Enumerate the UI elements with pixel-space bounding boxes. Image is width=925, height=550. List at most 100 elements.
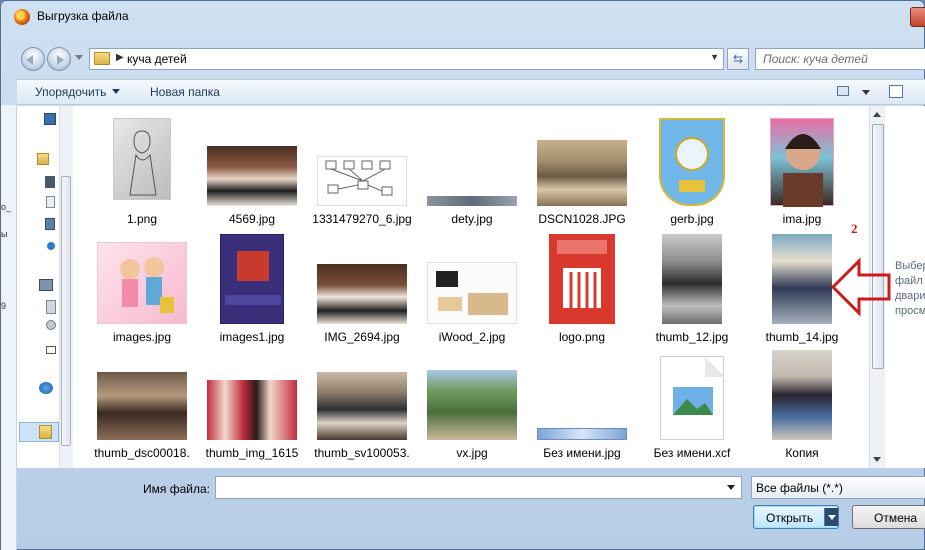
image-thumbnail [317,156,407,206]
address-bar[interactable]: ▶ куча детей ▼ [89,48,724,70]
scroll-up-icon[interactable] [873,112,881,117]
image-thumbnail [317,264,407,324]
file-type-filter[interactable]: Все файлы (*.*) [751,476,925,499]
image-thumbnail [220,234,284,324]
image-thumbnail [317,372,407,440]
back-button[interactable] [21,47,45,71]
image-thumbnail [772,350,832,440]
filename-dropdown-icon[interactable] [727,485,735,494]
search-box[interactable] [755,48,925,70]
drive-icon[interactable] [46,300,56,314]
title-bar: Выгрузка файла [1,1,925,31]
file-tile[interactable]: DSCN1028.JPG [527,112,637,230]
folder-icon [94,52,110,65]
documents-icon[interactable] [46,196,55,208]
preview-pane-toggle-icon[interactable] [889,85,903,98]
image-thumbnail [549,234,615,324]
open-button[interactable]: Открыть [753,505,839,529]
file-tile[interactable]: thumb_12.jpg [637,228,747,346]
file-tile[interactable]: vx.jpg [417,350,527,468]
navigation-bar: ▶ куча детей ▼ ⇆ [1,43,925,75]
dvd-drive-icon[interactable] [46,320,56,330]
file-tile[interactable]: gerb.jpg [637,112,747,230]
filename-combobox[interactable] [215,476,742,499]
file-list: 1.png 4569.jpg 1331479270_6.jpg dety.jpg… [75,106,875,468]
close-button[interactable] [910,7,925,27]
scroll-down-icon[interactable] [873,457,881,462]
file-tile[interactable]: logo.png [527,228,637,346]
file-name: thumb_dsc00018. [94,446,190,460]
preview-line: дварит [895,290,925,302]
preview-line: просм [895,305,925,317]
cancel-button[interactable]: Отмена [852,505,925,529]
file-name: ima.jpg [782,212,822,226]
music-icon[interactable] [47,242,55,250]
background-text: ы [1,229,8,239]
background-text: о_ [1,202,12,212]
file-name: 1331479270_6.jpg [312,212,412,226]
file-tile[interactable]: thumb_dsc00018. [87,350,197,468]
search-input[interactable] [763,52,913,66]
image-thumbnail [537,140,627,206]
forward-button[interactable] [47,47,71,71]
file-tile[interactable]: thumb_sv100053. [307,350,417,468]
breadcrumb-current-folder[interactable]: куча детей [127,52,187,66]
image-thumbnail [207,380,297,440]
videos-icon[interactable] [45,176,55,188]
file-tile[interactable]: dety.jpg [417,112,527,230]
filename-input[interactable] [219,477,719,497]
file-tile[interactable]: thumb_img_1615 [197,350,307,468]
pictures-icon[interactable] [45,218,55,230]
file-tile[interactable]: images1.jpg [197,228,307,346]
refresh-button[interactable]: ⇆ [727,48,749,70]
preview-line: файл [895,275,923,287]
file-tile[interactable]: Копия [747,350,857,468]
file-tile[interactable]: 4569.jpg [197,112,307,230]
file-tile[interactable]: ima.jpg [747,112,857,230]
file-name: dety.jpg [451,212,493,226]
file-tile[interactable]: Без имени.xcf [637,350,747,468]
file-tile[interactable]: 1331479270_6.jpg [307,112,417,230]
view-options-icon[interactable] [837,86,849,96]
file-tile[interactable]: iWood_2.jpg [417,228,527,346]
file-tile[interactable]: 1.png [87,112,197,230]
view-dropdown-icon[interactable] [862,90,870,99]
background-window-edge: о_ ы 9 [1,105,17,550]
current-folder-icon[interactable] [39,425,52,439]
file-name: vx.jpg [456,446,488,460]
file-tile[interactable]: images.jpg [87,228,197,346]
image-thumbnail [537,428,627,440]
breadcrumb-chevron-icon[interactable]: ▶ [116,52,124,63]
background-text: 9 [1,301,7,311]
computer-icon[interactable] [39,279,53,291]
window-title: Выгрузка файла [37,9,129,23]
file-tile[interactable]: Без имени.jpg [527,350,637,468]
file-tile[interactable]: IMG_2694.jpg [307,228,417,346]
organize-menu[interactable]: Упорядочить [35,85,120,99]
command-toolbar: Упорядочить Новая папка [17,79,925,105]
file-name: iWood_2.jpg [438,330,506,344]
address-dropdown-icon[interactable]: ▼ [710,52,719,62]
file-upload-dialog: Выгрузка файла ▶ куча детей ▼ ⇆ Упорядоч… [0,0,925,550]
image-thumbnail [770,118,834,207]
libraries-icon[interactable] [37,153,49,165]
new-folder-button[interactable]: Новая папка [150,85,220,99]
scrollbar-thumb[interactable] [872,124,884,369]
file-name: thumb_12.jpg [655,330,729,344]
file-name: Без имени.jpg [543,446,621,460]
desktop-icon[interactable] [44,113,56,125]
network-icon[interactable] [39,382,53,394]
preview-line: Выбер [895,260,925,272]
image-thumbnail [772,234,832,324]
navigation-scrollbar-thumb[interactable] [61,176,71,446]
image-thumbnail [659,118,725,206]
filename-label: Имя файла: [143,482,210,496]
image-thumbnail [97,242,187,324]
image-thumbnail [427,196,517,206]
removable-drive-icon[interactable] [46,346,56,354]
file-name: thumb_14.jpg [765,330,839,344]
open-options-dropdown-icon[interactable] [824,508,838,526]
file-name: 1.png [126,212,158,226]
preview-message: Выбер файл дварит просм [895,259,925,319]
recent-pages-dropdown[interactable] [75,55,83,64]
